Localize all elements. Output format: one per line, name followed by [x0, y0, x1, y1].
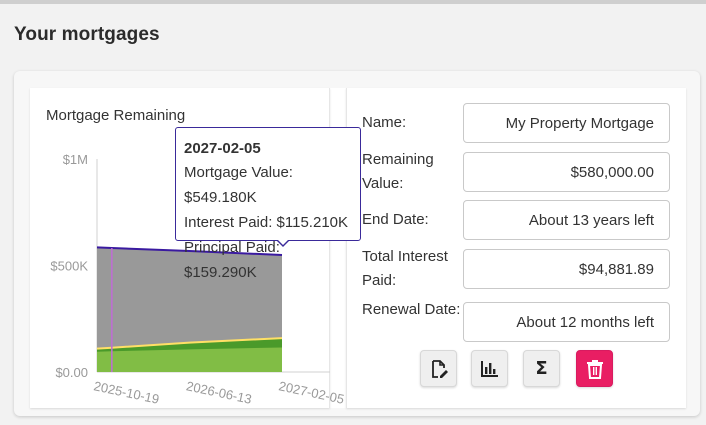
x-tick-label: 2026-06-13: [185, 378, 253, 406]
tooltip-date: 2027-02-05: [184, 140, 261, 157]
tooltip-arrow-fill: [277, 239, 289, 245]
end-date-label: End Date:: [362, 211, 429, 228]
interest-paid-area: [97, 347, 282, 372]
total-interest-label: Total Interest Paid:: [362, 248, 448, 289]
tooltip-mortgage-value: Mortgage Value: $549.180K: [184, 164, 293, 206]
y-tick-label: $1M: [63, 152, 88, 167]
edit-document-icon: [431, 359, 448, 378]
bar-chart-icon: [480, 360, 498, 377]
remaining-value-label: Remaining Value:: [362, 151, 434, 192]
remaining-value-field[interactable]: [463, 152, 670, 192]
y-tick-label: $500K: [50, 259, 88, 274]
total-interest-field[interactable]: [463, 249, 670, 289]
name-field[interactable]: [463, 103, 670, 143]
y-tick-label: $0.00: [55, 365, 88, 380]
tooltip-interest-paid: Interest Paid: $115.210K: [184, 214, 349, 231]
tooltip-principal-paid: Principal Paid: $159.290K: [184, 239, 280, 281]
sigma-icon: Σ: [535, 358, 548, 379]
renewal-date-field[interactable]: [463, 302, 670, 342]
delete-button[interactable]: [576, 350, 613, 387]
chart-tooltip: 2027-02-05 Mortgage Value: $549.180K Int…: [175, 127, 361, 281]
trash-icon: [586, 359, 603, 379]
chart-button[interactable]: [471, 350, 508, 387]
summary-button[interactable]: Σ: [523, 350, 560, 387]
edit-button[interactable]: [420, 350, 457, 387]
x-tick-label: 2025-10-19: [92, 378, 160, 406]
x-tick-label: 2027-02-05: [277, 378, 345, 406]
renewal-date-label: Renewal Date:: [362, 301, 461, 318]
name-label: Name:: [362, 114, 407, 131]
end-date-field[interactable]: [463, 200, 670, 240]
